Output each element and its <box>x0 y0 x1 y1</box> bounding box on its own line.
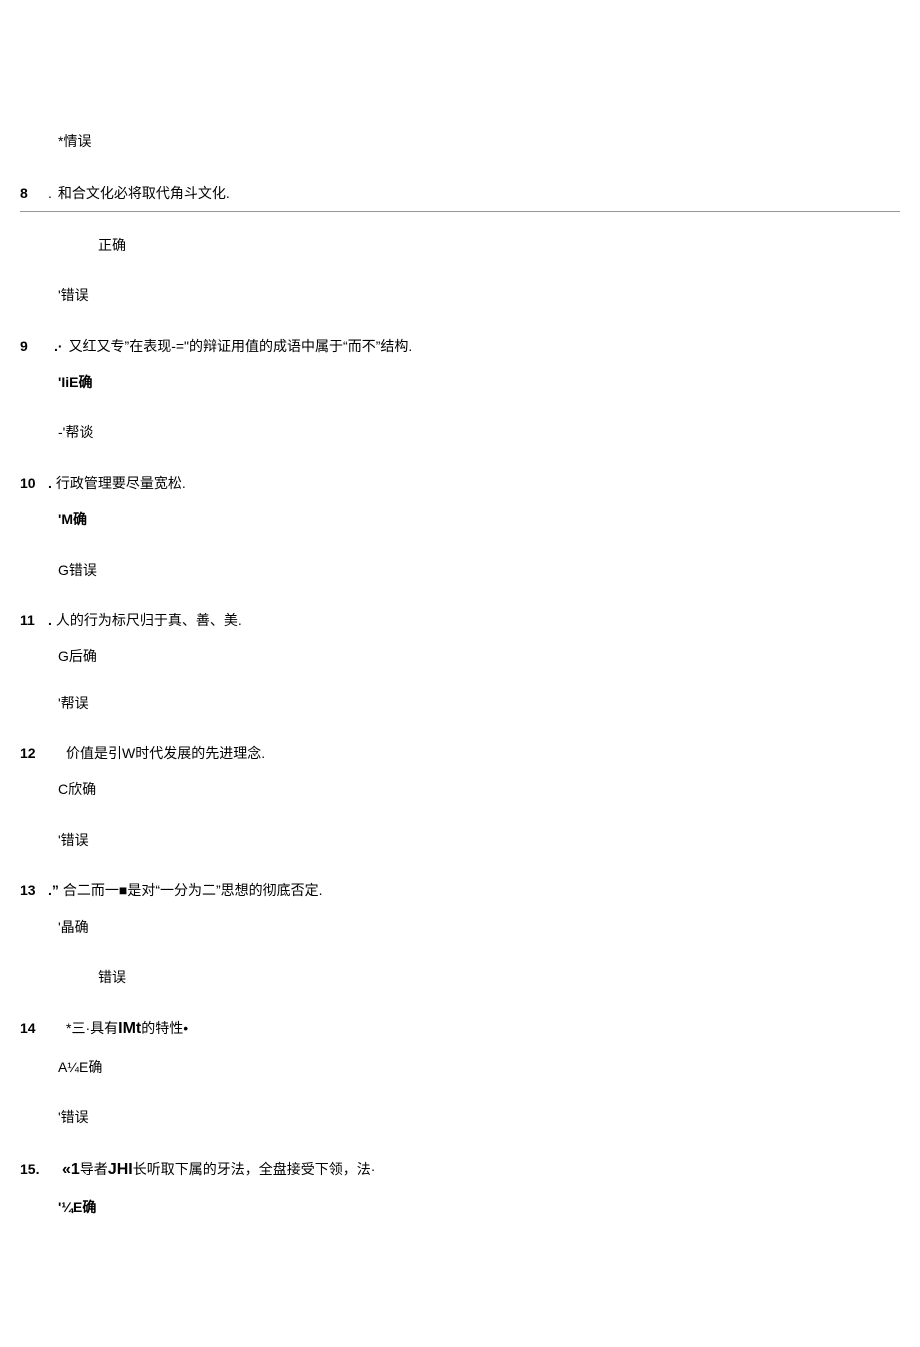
question-10: 10 . 行政管理要尽量宽松. <box>20 472 900 494</box>
q-dot-8: . <box>48 182 52 204</box>
q-text-11: 人的行为标尺归于真、善、美. <box>56 609 242 631</box>
q15-bold2: JHI <box>108 1161 133 1178</box>
question-15: 15. «1导者JHI长听取下属的牙法，全盘接受下领，法· <box>20 1157 900 1183</box>
q10-option1[interactable]: 'M确 <box>58 508 900 530</box>
q15-mid: 导者 <box>80 1161 108 1177</box>
q14-post: 的特性• <box>141 1020 188 1036</box>
q14-pre: *三·具有 <box>66 1020 118 1036</box>
question-12: 12 价值是引W时代发展的先进理念. <box>20 742 900 764</box>
q-dot-13: .” <box>48 879 59 901</box>
q-number-8: 8 <box>20 182 48 204</box>
question-9: 9 .· 又红又专”在表现-="的辩证用值的成语中属于“而不”结构. <box>20 335 900 357</box>
q9-option2[interactable]: -'帮谈 <box>58 421 900 443</box>
question-8: 8 . 和合文化必将取代角斗文化. <box>20 182 900 211</box>
q9-option1[interactable]: 'IiE确 <box>58 371 900 393</box>
q14-bold: IMt <box>118 1020 141 1037</box>
q12-option2[interactable]: '错误 <box>58 829 900 851</box>
q15-option1[interactable]: '¼E确 <box>58 1196 900 1218</box>
q-text-12: 价值是引W时代发展的先进理念. <box>66 742 265 764</box>
question-13: 13 .” 合二而一■是对“一分为二”思想的彻底否定. <box>20 879 900 901</box>
q-number-15: 15. <box>20 1158 48 1180</box>
q-text-13: 合二而一■是对“一分为二”思想的彻底否定. <box>63 879 323 901</box>
q-text-14: *三·具有IMt的特性• <box>66 1016 188 1042</box>
q14-option2[interactable]: '错误 <box>58 1106 900 1128</box>
q15-bold1: 1 <box>71 1161 80 1178</box>
question-11: 11 . 人的行为标尺归于真、善、美. <box>20 609 900 631</box>
q-text-15: «1导者JHI长听取下属的牙法，全盘接受下领，法· <box>62 1157 375 1183</box>
q-text-10: 行政管理要尽量宽松. <box>56 472 186 494</box>
q13-option1[interactable]: '晶确 <box>58 916 900 938</box>
q12-option1[interactable]: C欣确 <box>58 778 900 800</box>
q-number-13: 13 <box>20 879 48 901</box>
pre-answer: *情误 <box>58 130 900 152</box>
q11-option1-text: G后确 <box>58 648 97 664</box>
q-number-9: 9 <box>20 335 48 357</box>
q-dot-10: . <box>48 472 52 494</box>
q15-pre: « <box>62 1161 71 1178</box>
q-number-10: 10 <box>20 472 48 494</box>
q-dot-9: .· <box>54 335 63 357</box>
q-dot-11: . <box>48 609 52 631</box>
q-number-11: 11 <box>20 609 48 631</box>
q11-option1[interactable]: G后确 <box>58 645 900 667</box>
q8-option2[interactable]: '错误 <box>58 284 900 306</box>
q15-post: 长听取下属的牙法，全盘接受下领，法· <box>133 1161 376 1177</box>
q-number-12: 12 <box>20 742 48 764</box>
q14-option1[interactable]: A¼E确 <box>58 1056 900 1078</box>
q13-option2[interactable]: 错误 <box>98 966 900 988</box>
question-14: 14 *三·具有IMt的特性• <box>20 1016 900 1042</box>
q10-option2-text: G错误 <box>58 562 97 578</box>
q-text-9: 又红又专”在表现-="的辩证用值的成语中属于“而不”结构. <box>69 335 413 357</box>
q-text-8: 和合文化必将取代角斗文化. <box>58 182 230 204</box>
q11-option2[interactable]: '帮误 <box>58 692 900 714</box>
q10-option2[interactable]: G错误 <box>58 559 900 581</box>
q8-option1[interactable]: 正确 <box>98 234 900 256</box>
q-number-14: 14 <box>20 1017 48 1039</box>
